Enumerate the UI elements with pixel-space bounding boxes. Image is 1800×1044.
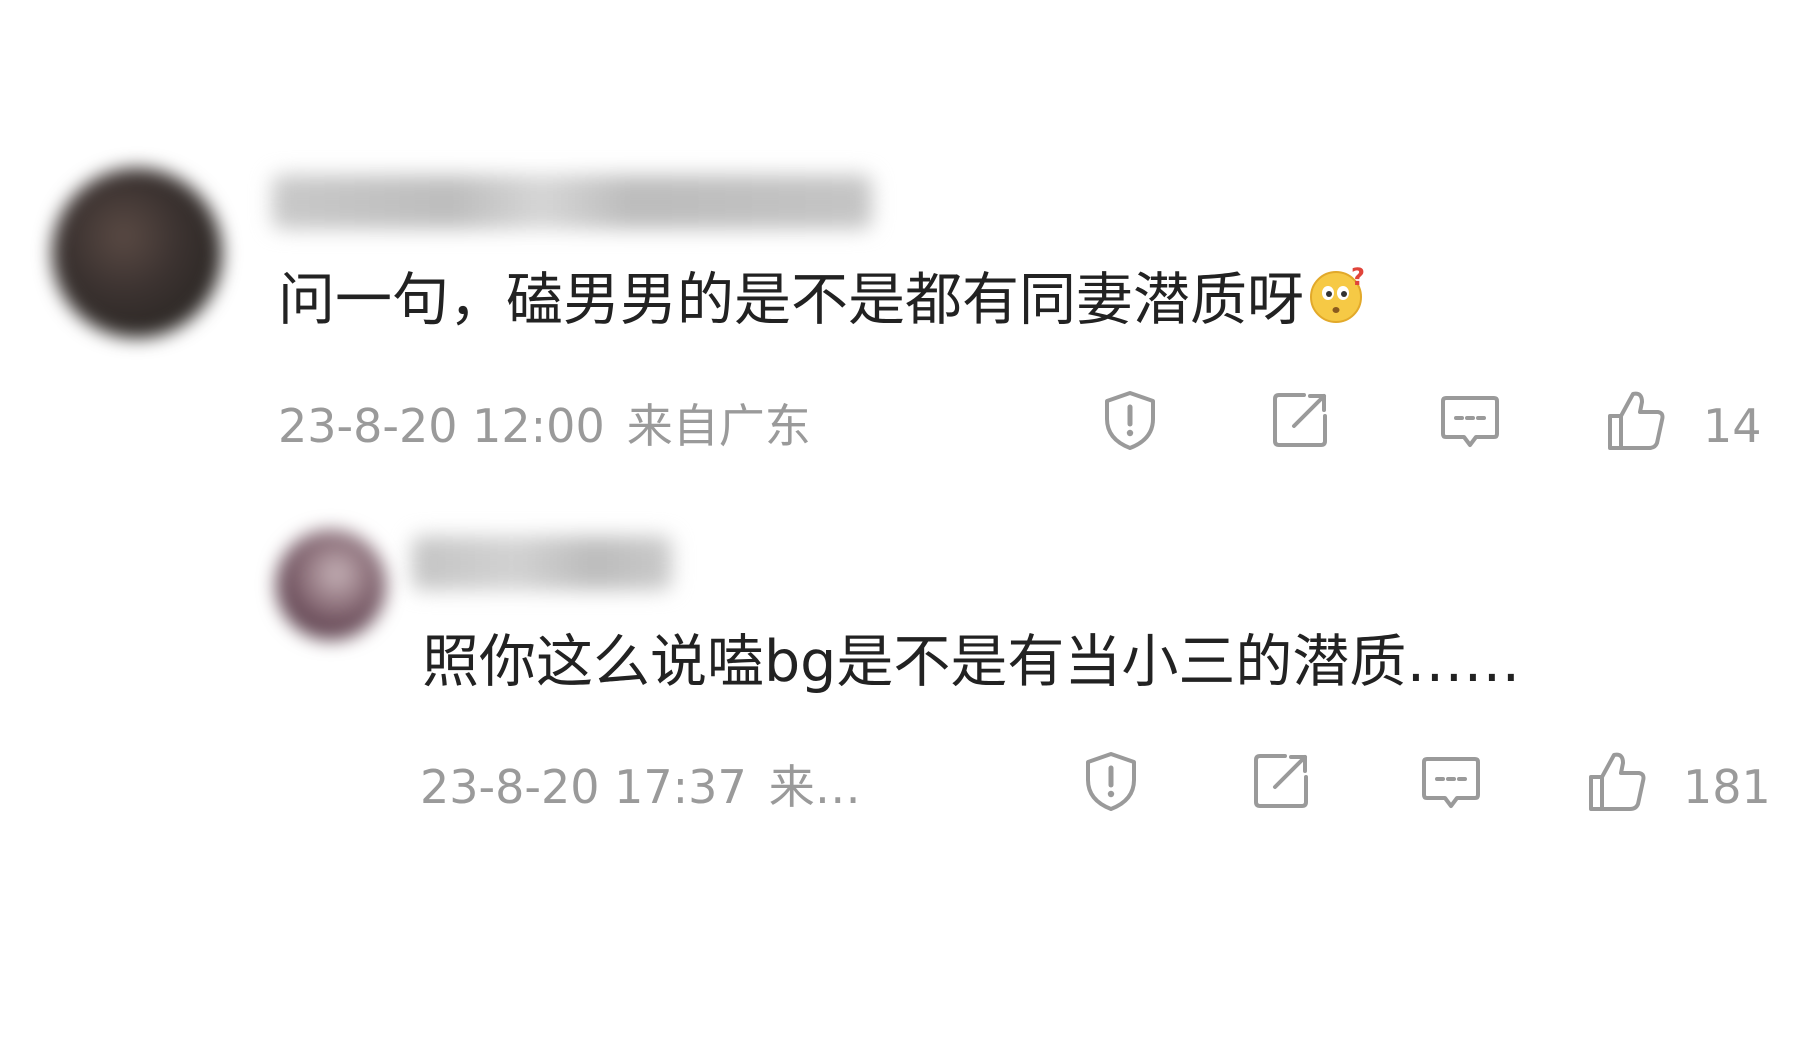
thumbs-up-icon[interactable]	[1583, 747, 1651, 815]
username-blurred[interactable]	[412, 536, 672, 590]
avatar[interactable]	[276, 530, 386, 640]
comment-meta: 23-8-20 12:00 来自广东	[278, 398, 811, 454]
share-icon[interactable]	[1247, 747, 1315, 815]
comment-text: 照你这么说嗑bg是不是有当小三的潜质……	[422, 627, 1520, 697]
comment-location: 来…	[768, 760, 861, 814]
thumbs-up-icon[interactable]	[1602, 386, 1670, 454]
comment-text: 问一句，磕男男的是不是都有同妻潜质呀 ?	[278, 263, 1368, 335]
comment-date: 23-8-20 12:00	[278, 399, 605, 453]
svg-text:?: ?	[1351, 265, 1365, 291]
like-count: 14	[1703, 399, 1762, 453]
comment-body: 问一句，磕男男的是不是都有同妻潜质呀	[278, 267, 1304, 333]
reply-comment-icon[interactable]	[1417, 747, 1485, 815]
thinking-face-question-emoji-icon: ?	[1308, 263, 1368, 325]
comment-thread: 问一句，磕男男的是不是都有同妻潜质呀 ? 23-8-20 12:00 来自广东	[0, 0, 1800, 1044]
like-count: 181	[1683, 760, 1771, 814]
username-blurred[interactable]	[272, 175, 872, 229]
comment-body: 照你这么说嗑bg是不是有当小三的潜质……	[422, 629, 1521, 695]
share-icon[interactable]	[1266, 386, 1334, 454]
comment-location: 来自广东	[626, 399, 811, 453]
report-shield-icon[interactable]	[1077, 747, 1145, 815]
comment-meta: 23-8-20 17:37 来…	[420, 759, 861, 815]
avatar[interactable]	[52, 168, 222, 338]
report-shield-icon[interactable]	[1096, 386, 1164, 454]
reply-comment-icon[interactable]	[1436, 386, 1504, 454]
comment-date: 23-8-20 17:37	[420, 760, 747, 814]
